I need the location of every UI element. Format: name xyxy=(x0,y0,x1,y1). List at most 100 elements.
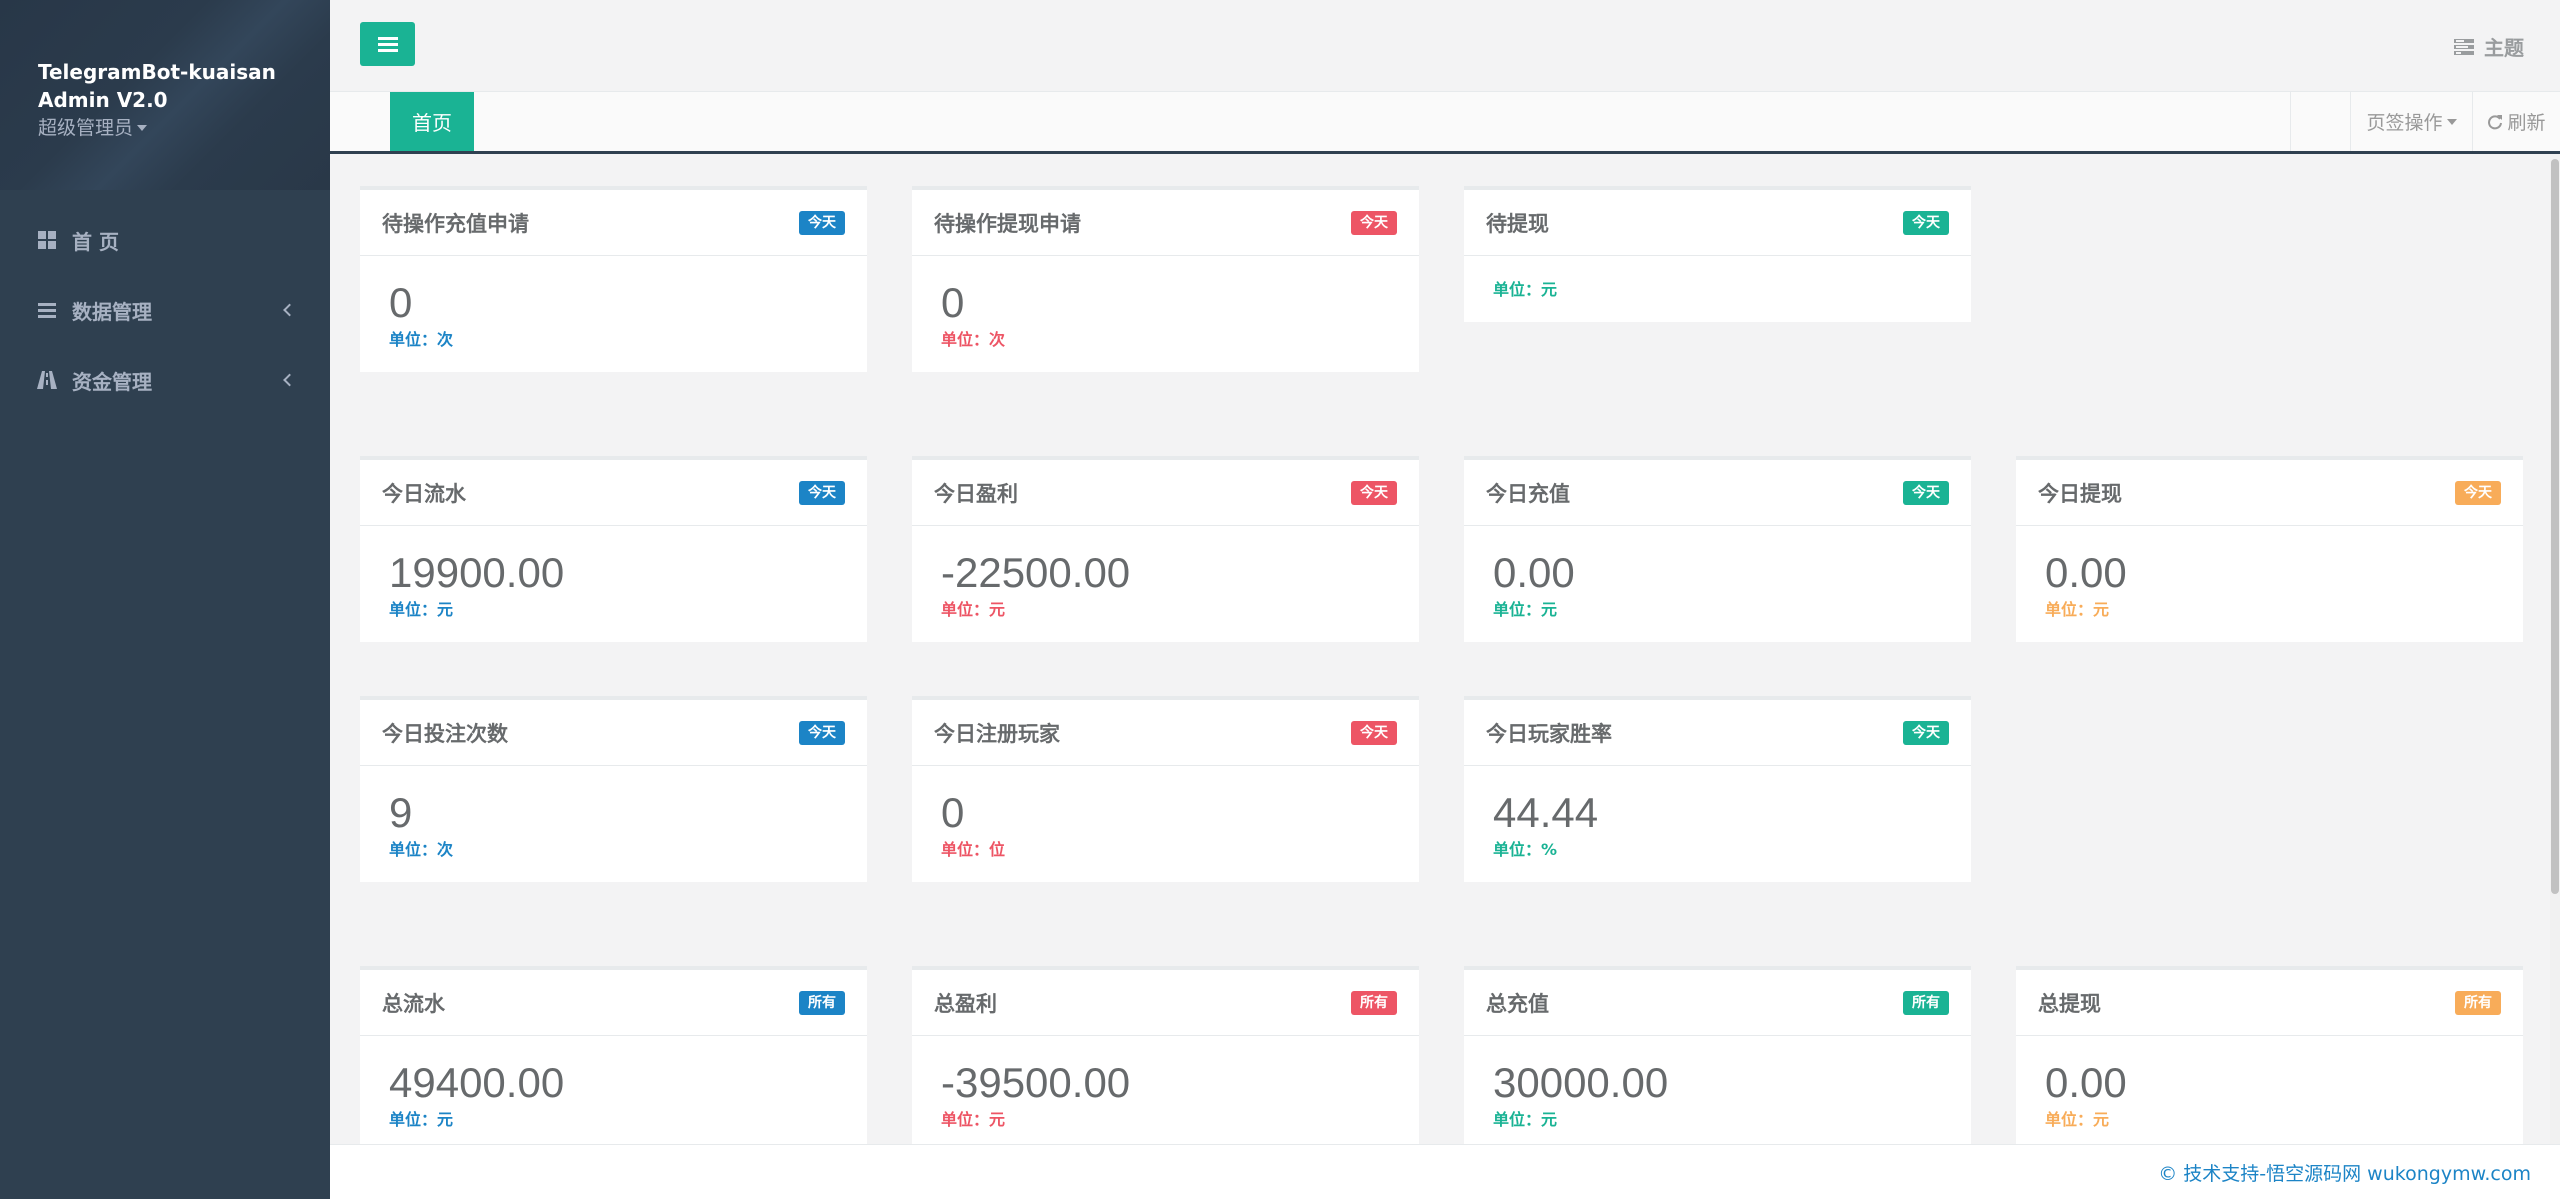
card-header: 今日流水 今天 xyxy=(360,460,867,526)
sidebar-item-fund-management[interactable]: 资金管理 xyxy=(0,345,330,415)
road-icon xyxy=(36,369,58,391)
scrollbar-thumb[interactable] xyxy=(2551,159,2559,894)
tasks-icon xyxy=(2454,38,2474,55)
card-header: 总充值 所有 xyxy=(1464,970,1971,1036)
stat-card-today-profit: 今日盈利 今天 -22500.00 单位：元 xyxy=(912,456,1419,642)
card-unit: 单位：元 xyxy=(389,600,454,619)
card-badge: 今天 xyxy=(799,720,845,745)
card-badge: 所有 xyxy=(1351,990,1397,1015)
card-header: 待操作充值申请 今天 xyxy=(360,190,867,256)
card-header: 待提现 今天 xyxy=(1464,190,1971,256)
card-unit: 单位：元 xyxy=(1493,1110,1558,1129)
sidebar-toggle-button[interactable] xyxy=(360,22,415,66)
card-unit: 单位：次 xyxy=(941,330,1006,349)
card-unit: 单位：元 xyxy=(1493,280,1558,299)
card-title: 待提现 xyxy=(1486,211,1549,236)
stat-card-today-recharge: 今日充值 今天 0.00 单位：元 xyxy=(1464,456,1971,642)
card-unit: 单位：元 xyxy=(941,600,1006,619)
card-title: 今日投注次数 xyxy=(382,721,508,746)
card-unit: 单位：元 xyxy=(1493,600,1558,619)
card-title: 今日注册玩家 xyxy=(934,721,1060,746)
content-scrollbar[interactable] xyxy=(2550,154,2560,1144)
sidebar-header: TelegramBot-kuaisan Admin V2.0 超级管理员 xyxy=(0,0,330,190)
card-header: 总提现 所有 xyxy=(2016,970,2523,1036)
sidebar-item-data-management[interactable]: 数据管理 xyxy=(0,275,330,345)
sidebar: TelegramBot-kuaisan Admin V2.0 超级管理员 首 页… xyxy=(0,0,330,1199)
footer-link[interactable]: © 技术支持-悟空源码网 wukongymw.com xyxy=(2158,1159,2531,1186)
card-header: 今日玩家胜率 今天 xyxy=(1464,700,1971,766)
card-header: 总流水 所有 xyxy=(360,970,867,1036)
stat-card-today-withdraw: 今日提现 今天 0.00 单位：元 xyxy=(2016,456,2523,642)
card-title: 总流水 xyxy=(382,991,445,1016)
theme-label: 主题 xyxy=(2484,36,2524,60)
user-role-dropdown[interactable]: 超级管理员 xyxy=(38,114,292,142)
page-tabs-bar: 首页 页签操作 刷新 xyxy=(330,92,2560,154)
card-title: 待操作充值申请 xyxy=(382,211,529,236)
card-title: 今日流水 xyxy=(382,481,466,506)
card-badge: 今天 xyxy=(799,480,845,505)
card-value: 44.44 xyxy=(1493,789,1599,836)
theme-button[interactable]: 主题 xyxy=(2454,32,2524,61)
card-header: 待操作提现申请 今天 xyxy=(912,190,1419,256)
caret-down-icon xyxy=(2446,118,2457,125)
card-badge: 今天 xyxy=(1351,480,1397,505)
card-badge: 今天 xyxy=(1351,720,1397,745)
card-header: 今日充值 今天 xyxy=(1464,460,1971,526)
card-header: 今日注册玩家 今天 xyxy=(912,700,1419,766)
card-badge: 今天 xyxy=(799,210,845,235)
card-value: 0 xyxy=(941,279,965,326)
hamburger-icon xyxy=(377,37,398,52)
refresh-icon xyxy=(2488,114,2503,129)
card-value: -22500.00 xyxy=(941,549,1131,596)
card-value: 19900.00 xyxy=(389,549,565,596)
card-unit: 单位：次 xyxy=(389,330,454,349)
card-value: 0 xyxy=(941,789,965,836)
sidebar-item-label: 首 页 xyxy=(72,229,119,254)
stat-card-to-withdraw: 待提现 今天 单位：元 xyxy=(1464,186,1971,322)
card-badge: 今天 xyxy=(2455,480,2501,505)
card-header: 今日提现 今天 xyxy=(2016,460,2523,526)
chevron-left-icon xyxy=(283,303,296,317)
card-unit: 单位：元 xyxy=(2045,600,2110,619)
caret-down-icon xyxy=(137,125,148,131)
card-header: 今日盈利 今天 xyxy=(912,460,1419,526)
card-value: 0.00 xyxy=(2045,1059,2127,1106)
card-value: 0.00 xyxy=(2045,549,2127,596)
dashboard-content: 待操作充值申请 今天 0 单位：次 待操作提现申请 今天 0 单位：次 待提现 … xyxy=(330,154,2540,1144)
card-badge: 今天 xyxy=(1903,210,1949,235)
card-badge: 所有 xyxy=(799,990,845,1015)
card-unit: 单位：元 xyxy=(941,1110,1006,1129)
card-title: 总充值 xyxy=(1486,991,1549,1016)
tab-operations-dropdown[interactable]: 页签操作 xyxy=(2350,92,2472,151)
tab-operations-label: 页签操作 xyxy=(2366,112,2443,134)
card-value: -39500.00 xyxy=(941,1059,1131,1106)
card-title: 今日玩家胜率 xyxy=(1486,721,1612,746)
brand-title-line1: TelegramBot-kuaisan xyxy=(38,60,276,84)
card-unit: 单位：次 xyxy=(389,840,454,859)
sidebar-item-home[interactable]: 首 页 xyxy=(0,205,330,275)
card-value: 30000.00 xyxy=(1493,1059,1669,1106)
card-title: 今日充值 xyxy=(1486,481,1570,506)
stat-card-total-flow: 总流水 所有 49400.00 单位：元 xyxy=(360,966,867,1144)
brand-title-line2: Admin V2.0 xyxy=(38,88,168,112)
card-header: 总盈利 所有 xyxy=(912,970,1419,1036)
stat-card-today-register: 今日注册玩家 今天 0 单位：位 xyxy=(912,696,1419,882)
dashboard-grid-icon xyxy=(36,229,58,251)
stat-card-today-flow: 今日流水 今天 19900.00 单位：元 xyxy=(360,456,867,642)
chevron-left-icon xyxy=(283,373,296,387)
refresh-button[interactable]: 刷新 xyxy=(2472,92,2560,151)
tab-scroll-right-button[interactable] xyxy=(2290,92,2350,151)
card-unit: 单位：位 xyxy=(941,840,1006,859)
stat-card-pending-withdraw: 待操作提现申请 今天 0 单位：次 xyxy=(912,186,1419,372)
tab-home[interactable]: 首页 xyxy=(390,92,474,151)
stat-card-today-bets: 今日投注次数 今天 9 单位：次 xyxy=(360,696,867,882)
card-title: 今日盈利 xyxy=(934,481,1018,506)
card-header: 今日投注次数 今天 xyxy=(360,700,867,766)
stat-card-total-withdraw: 总提现 所有 0.00 单位：元 xyxy=(2016,966,2523,1144)
card-badge: 今天 xyxy=(1903,480,1949,505)
tab-actions: 页签操作 刷新 xyxy=(2290,92,2560,151)
user-role-label: 超级管理员 xyxy=(38,117,134,139)
stat-card-total-profit: 总盈利 所有 -39500.00 单位：元 xyxy=(912,966,1419,1144)
card-value: 9 xyxy=(389,789,413,836)
card-unit: 单位：元 xyxy=(389,1110,454,1129)
